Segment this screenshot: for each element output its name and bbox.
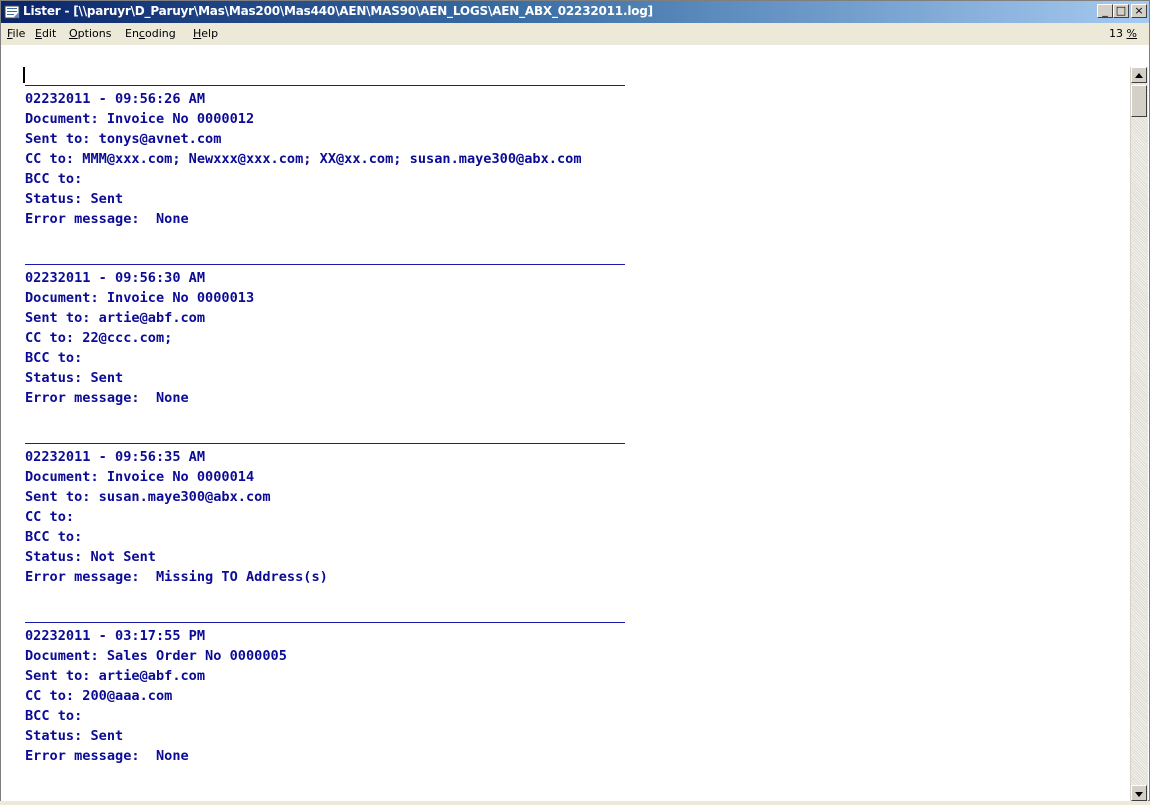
log-error-message: Error message: None: [25, 390, 189, 406]
log-entry: 02232011 - 09:56:35 AM Document: Invoice…: [25, 443, 625, 587]
log-error-message: Error message: None: [25, 748, 189, 764]
log-bcc: BCC to:: [25, 708, 83, 724]
menu-file[interactable]: File: [7, 27, 25, 40]
log-cc: CC to: MMM@xxx.com; Newxxx@xxx.com; XX@x…: [25, 151, 582, 167]
log-status: Status: Sent: [25, 728, 124, 744]
arrow-up-icon: [1135, 73, 1143, 78]
log-cc: CC to: 200@aaa.com: [25, 688, 173, 704]
log-timestamp: 02232011 - 09:56:26 AM: [25, 91, 206, 107]
log-status: Status: Sent: [25, 370, 124, 386]
scroll-thumb[interactable]: [1131, 85, 1147, 117]
log-document: Document: Sales Order No 0000005: [25, 648, 287, 664]
entry-separator: [25, 264, 625, 265]
log-sent-to: Sent to: artie@abf.com: [25, 310, 206, 326]
log-error-message: Error message: Missing TO Address(s): [25, 569, 328, 585]
log-document: Document: Invoice No 0000012: [25, 111, 255, 127]
log-document: Document: Invoice No 0000013: [25, 290, 255, 306]
log-timestamp: 02232011 - 09:56:35 AM: [25, 449, 206, 465]
log-bcc: BCC to:: [25, 171, 83, 187]
entry-separator: [25, 622, 625, 623]
zoom-indicator: 13 %: [1109, 27, 1137, 40]
log-cc: CC to: 22@ccc.com;: [25, 330, 173, 346]
log-document: Document: Invoice No 0000014: [25, 469, 255, 485]
maximize-icon: □: [1115, 4, 1127, 17]
entry-separator: [25, 85, 625, 86]
menu-encoding[interactable]: Encoding: [125, 27, 176, 40]
title-bar[interactable]: Lister - [\\paruyr\D_Paruyr\Mas\Mas200\M…: [1, 1, 1149, 23]
log-entry: 02232011 - 09:56:30 AM Document: Invoice…: [25, 264, 625, 408]
close-icon: ×: [1134, 4, 1144, 17]
lister-app-icon: [4, 5, 20, 19]
lister-window: Lister - [\\paruyr\D_Paruyr\Mas\Mas200\M…: [0, 0, 1150, 801]
log-text-area[interactable]: 02232011 - 09:56:26 AM Document: Invoice…: [1, 45, 1130, 801]
scroll-down-button[interactable]: [1131, 785, 1147, 801]
log-timestamp: 02232011 - 03:17:55 PM: [25, 628, 206, 644]
menu-help[interactable]: Help: [193, 27, 218, 40]
log-cc: CC to:: [25, 509, 75, 525]
log-bcc: BCC to:: [25, 529, 83, 545]
menu-options[interactable]: Options: [69, 27, 111, 40]
scroll-up-button[interactable]: [1131, 67, 1147, 83]
window-title: Lister - [\\paruyr\D_Paruyr\Mas\Mas200\M…: [23, 4, 653, 18]
log-sent-to: Sent to: susan.maye300@abx.com: [25, 489, 271, 505]
log-entry: 02232011 - 03:17:55 PM Document: Sales O…: [25, 622, 625, 766]
arrow-down-icon: [1135, 792, 1143, 797]
log-status: Status: Sent: [25, 191, 124, 207]
log-error-message: Error message: None: [25, 211, 189, 227]
log-sent-to: Sent to: tonys@avnet.com: [25, 131, 222, 147]
text-cursor: [23, 67, 25, 83]
log-bcc: BCC to:: [25, 350, 83, 366]
log-entry: 02232011 - 09:56:26 AM Document: Invoice…: [25, 85, 625, 229]
maximize-button[interactable]: □: [1113, 4, 1129, 18]
log-status: Status: Not Sent: [25, 549, 156, 565]
close-button[interactable]: ×: [1131, 4, 1147, 18]
menu-edit[interactable]: Edit: [35, 27, 56, 40]
log-timestamp: 02232011 - 09:56:30 AM: [25, 270, 206, 286]
vertical-scrollbar[interactable]: [1130, 67, 1148, 801]
log-sent-to: Sent to: artie@abf.com: [25, 668, 206, 684]
minimize-button[interactable]: _: [1097, 4, 1113, 18]
minimize-icon: _: [1102, 4, 1108, 17]
entry-separator: [25, 443, 625, 444]
menu-bar: File Edit Options Encoding Help 13 %: [1, 23, 1149, 45]
